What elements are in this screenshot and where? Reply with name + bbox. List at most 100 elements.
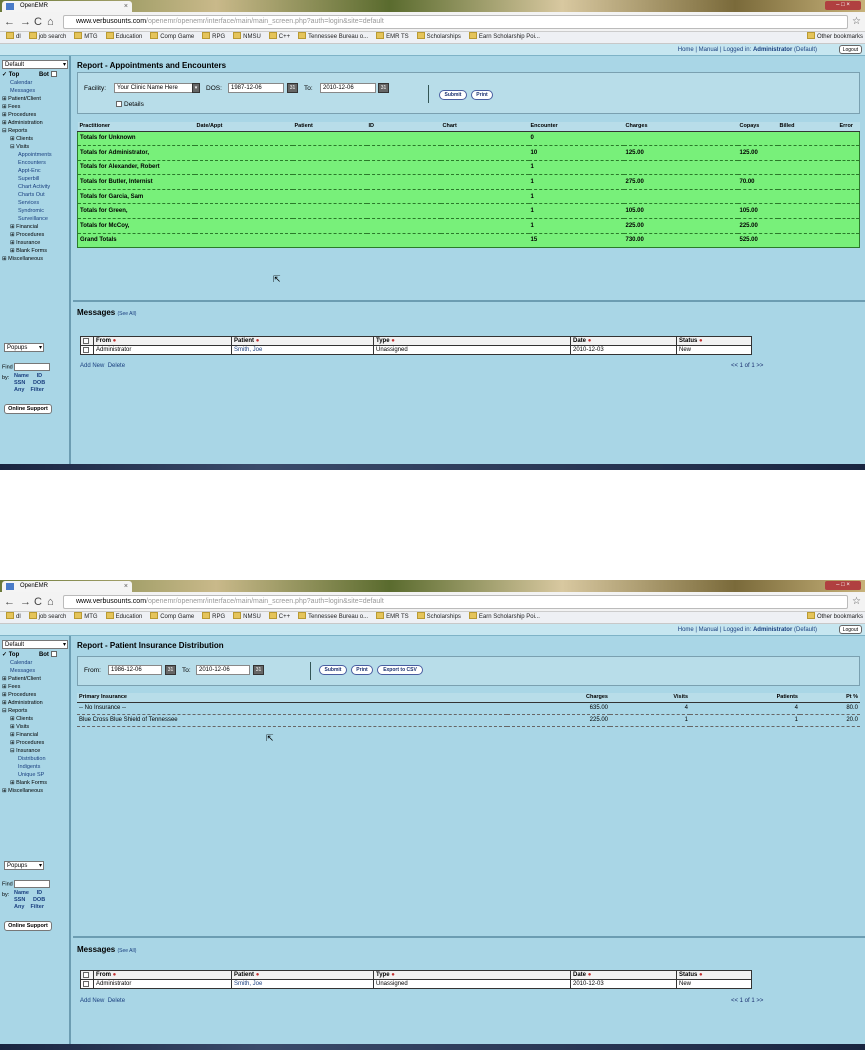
sidebar-item[interactable]: ⊟ Reports <box>2 127 70 135</box>
bookmark-item[interactable]: Education <box>106 32 143 43</box>
find-input[interactable] <box>14 880 51 888</box>
select-all-checkbox[interactable] <box>83 337 89 344</box>
bookmark-item[interactable]: Earn Scholarship Poi... <box>469 612 540 623</box>
sidebar-item[interactable]: ⊞ Administration <box>2 119 70 127</box>
bookmark-item[interactable]: dl <box>6 32 21 43</box>
find-filter[interactable]: Filter <box>31 387 44 393</box>
sidebar-item[interactable]: Messages <box>2 667 70 675</box>
sort-icon[interactable]: ● <box>588 338 592 344</box>
sort-icon[interactable]: ● <box>588 972 592 978</box>
calendar-icon[interactable]: 31 <box>287 83 298 93</box>
add-new-link[interactable]: Add New <box>80 998 104 1004</box>
bookmark-item[interactable]: MTG <box>74 612 97 623</box>
other-bookmarks[interactable]: Other bookmarks <box>807 612 863 623</box>
sidebar-item[interactable]: ⊞ Miscellaneous <box>2 255 70 263</box>
check-icon[interactable]: ✓ <box>2 652 7 658</box>
row-checkbox[interactable] <box>83 980 89 987</box>
sidebar-item[interactable]: Services <box>2 199 70 207</box>
table-row[interactable]: Administrator Smith, Joe Unassigned 2010… <box>80 979 752 989</box>
find-by-dob[interactable]: DOB <box>33 380 45 386</box>
sidebar-item[interactable]: ⊞ Procedures <box>2 739 70 747</box>
other-bookmarks[interactable]: Other bookmarks <box>807 32 863 43</box>
logout-button[interactable]: Logout <box>838 45 862 54</box>
bookmark-item[interactable]: EMR TS <box>376 612 409 623</box>
pager[interactable]: << 1 of 1 >> <box>731 998 763 1004</box>
sidebar-item[interactable]: ⊟ Visits <box>2 143 70 151</box>
sidebar-item[interactable]: ⊞ Visits <box>2 723 70 731</box>
sidebar-item[interactable]: ⊞ Patient/Client <box>2 95 70 103</box>
home-icon[interactable]: ⌂ <box>47 15 54 29</box>
bookmark-item[interactable]: job search <box>29 612 67 623</box>
home-link[interactable]: Home <box>678 47 694 53</box>
sidebar-item[interactable]: Charts Out <box>2 191 70 199</box>
sidebar-item[interactable]: Calendar <box>2 659 70 667</box>
bookmark-star-icon[interactable]: ☆ <box>852 15 861 29</box>
home-link[interactable]: Home <box>678 627 694 633</box>
back-icon[interactable]: ← <box>4 15 15 29</box>
bookmark-item[interactable]: Tennessee Bureau o... <box>298 32 368 43</box>
export-csv-button[interactable]: Export to CSV <box>377 665 423 675</box>
bookmark-item[interactable]: Tennessee Bureau o... <box>298 612 368 623</box>
sidebar-item[interactable]: Syndromic <box>2 207 70 215</box>
pager[interactable]: << 1 of 1 >> <box>731 363 763 369</box>
sort-icon[interactable]: ● <box>391 972 395 978</box>
print-button[interactable]: Print <box>351 665 373 675</box>
reload-icon[interactable]: C <box>34 595 42 609</box>
sidebar-item[interactable]: Appt-Enc <box>2 167 70 175</box>
calendar-icon[interactable]: 31 <box>253 665 264 675</box>
bookmark-item[interactable]: C++ <box>269 32 290 43</box>
sidebar-item[interactable]: Unique SP <box>2 771 70 779</box>
bookmark-item[interactable]: Scholarships <box>417 32 461 43</box>
bot-checkbox[interactable] <box>50 71 57 78</box>
sort-icon[interactable]: ● <box>699 338 703 344</box>
layout-select[interactable]: Default <box>2 640 68 649</box>
facility-select[interactable]: Your Clinic Name Here <box>114 83 198 93</box>
sidebar-item[interactable]: ⊞ Miscellaneous <box>2 787 70 795</box>
manual-link[interactable]: Manual <box>699 627 719 633</box>
bookmark-item[interactable]: RPG <box>202 612 225 623</box>
find-by-any[interactable]: Any <box>14 904 24 910</box>
home-icon[interactable]: ⌂ <box>47 595 54 609</box>
bookmark-item[interactable]: NMSU <box>233 32 261 43</box>
sidebar-item[interactable]: ⊞ Financial <box>2 731 70 739</box>
manual-link[interactable]: Manual <box>699 47 719 53</box>
bookmark-item[interactable]: job search <box>29 32 67 43</box>
find-by-id[interactable]: ID <box>37 373 43 379</box>
sidebar-item[interactable]: Distribution <box>2 755 70 763</box>
sort-icon[interactable]: ● <box>256 338 260 344</box>
forward-icon[interactable]: → <box>20 15 31 29</box>
online-support-button[interactable]: Online Support <box>4 404 52 414</box>
find-by-any[interactable]: Any <box>14 387 24 393</box>
popups-select[interactable]: Popups <box>4 343 44 352</box>
patient-link[interactable]: Smith, Joe <box>231 345 374 355</box>
sidebar-item[interactable]: ⊞ Insurance <box>2 239 70 247</box>
bookmark-item[interactable]: EMR TS <box>376 32 409 43</box>
table-row[interactable]: Administrator Smith, Joe Unassigned 2010… <box>80 345 752 355</box>
print-button[interactable]: Print <box>471 90 493 100</box>
add-new-link[interactable]: Add New <box>80 363 104 369</box>
sidebar-item[interactable]: Chart Activity <box>2 183 70 191</box>
back-icon[interactable]: ← <box>4 595 15 609</box>
find-input[interactable] <box>14 363 51 371</box>
submit-button[interactable]: Submit <box>319 665 347 675</box>
sidebar-item[interactable]: ⊞ Blank Forms <box>2 779 70 787</box>
sidebar-item[interactable]: ⊞ Blank Forms <box>2 247 70 255</box>
submit-button[interactable]: Submit <box>439 90 467 100</box>
window-controls[interactable]: – □ × <box>825 581 861 590</box>
find-by-ssn[interactable]: SSN <box>14 380 25 386</box>
sidebar-item[interactable]: ⊞ Procedures <box>2 691 70 699</box>
address-bar[interactable]: www.verbusounts.com/openemr/openemr/inte… <box>63 15 848 29</box>
browser-tab[interactable]: OpenEMR × <box>2 581 132 592</box>
logout-button[interactable]: Logout <box>838 625 862 634</box>
delete-link[interactable]: Delete <box>108 998 125 1004</box>
window-controls[interactable]: – □ × <box>825 1 861 10</box>
calendar-icon[interactable]: 31 <box>165 665 176 675</box>
find-by-id[interactable]: ID <box>37 890 43 896</box>
popups-select[interactable]: Popups <box>4 861 44 870</box>
sidebar-item[interactable]: ⊞ Patient/Client <box>2 675 70 683</box>
sidebar-item[interactable]: ⊟ Insurance <box>2 747 70 755</box>
calendar-icon[interactable]: 31 <box>378 83 389 93</box>
see-all-link[interactable]: (See All) <box>117 948 136 954</box>
close-tab-icon[interactable]: × <box>124 581 128 592</box>
sidebar-item[interactable]: Appointments <box>2 151 70 159</box>
